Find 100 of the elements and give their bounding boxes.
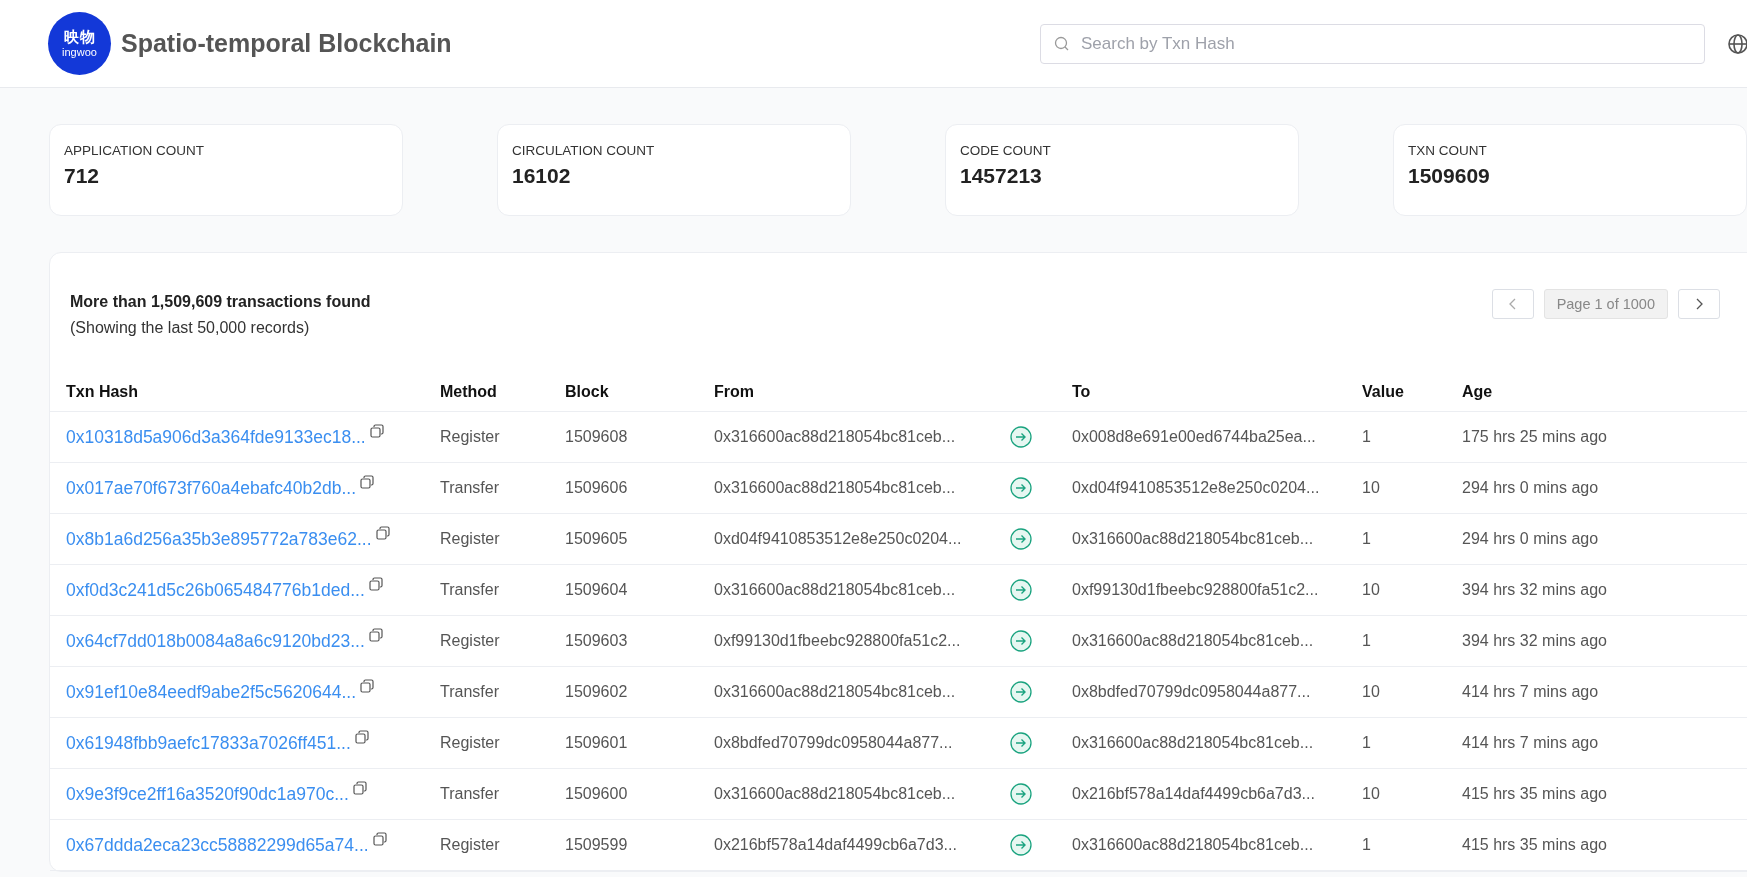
arrow-right-circle-icon: [1010, 681, 1032, 703]
block-number: 1509604: [565, 581, 628, 598]
from-address: 0x8bdfed70799dc0958044a877...: [714, 734, 953, 751]
block-number: 1509606: [565, 479, 628, 496]
arrow-right-circle-icon: [1010, 579, 1032, 601]
from-address: 0x316600ac88d218054bc81ceb...: [714, 479, 956, 496]
method-text: Register: [440, 836, 500, 853]
copy-icon[interactable]: [352, 780, 367, 795]
block-number: 1509605: [565, 530, 628, 547]
from-address: 0x316600ac88d218054bc81ceb...: [714, 581, 956, 598]
age-text: 294 hrs 0 mins ago: [1462, 530, 1599, 547]
logo: 映物 ingwoo: [48, 12, 111, 75]
value-text: 1: [1362, 632, 1371, 649]
copy-icon[interactable]: [360, 474, 374, 489]
txn-hash-link[interactable]: 0x61948fbb9aefc17833a7026ff451...: [66, 732, 351, 754]
stat-value: 712: [64, 164, 100, 188]
copy-icon[interactable]: [354, 729, 369, 744]
column-header: Txn Hash: [66, 383, 138, 400]
txn-hash-link[interactable]: 0x8b1a6d256a35b3e895772a783e62...: [66, 528, 372, 550]
site-title: Spatio-temporal Blockchain: [121, 29, 452, 58]
block-number: 1509608: [565, 428, 628, 445]
page-indicator: Page 1 of 1000: [1543, 289, 1668, 319]
method-text: Register: [440, 632, 500, 649]
block-number: 1509603: [565, 632, 628, 649]
value-text: 1: [1362, 428, 1371, 445]
block-number: 1509601: [565, 734, 628, 751]
from-address: 0x316600ac88d218054bc81ceb...: [714, 428, 956, 445]
chevron-right-icon: [1694, 298, 1704, 310]
method-text: Transfer: [440, 581, 499, 598]
value-text: 1: [1362, 530, 1371, 547]
method-text: Register: [440, 530, 500, 547]
txn-hash-link[interactable]: 0x10318d5a906d3a364fde9133ec18...: [66, 426, 366, 448]
value-text: 1: [1362, 836, 1371, 853]
txn-hash-link[interactable]: 0x017ae70f673f760a4ebafc40b2db...: [66, 477, 356, 499]
age-text: 394 hrs 32 mins ago: [1462, 581, 1607, 598]
value-text: 1: [1362, 734, 1371, 751]
column-header: To: [1072, 383, 1091, 400]
stat-label: APPLICATION COUNT: [64, 143, 205, 158]
age-text: 415 hrs 35 mins ago: [1462, 836, 1607, 853]
value-text: 10: [1362, 581, 1380, 598]
copy-icon[interactable]: [368, 627, 383, 642]
value-text: 10: [1362, 479, 1380, 496]
records-note: (Showing the last 50,000 records): [70, 319, 310, 337]
age-text: 175 hrs 25 mins ago: [1462, 428, 1607, 445]
stat-label: CODE COUNT: [960, 143, 1051, 158]
txn-hash-link[interactable]: 0x9e3f9ce2ff16a3520f90dc1a970c...: [66, 783, 349, 805]
txn-hash-link[interactable]: 0x67ddda2eca23cc58882299d65a74...: [66, 834, 369, 856]
search-field[interactable]: Search by Txn Hash: [1040, 23, 1705, 64]
column-header: Block: [565, 383, 609, 400]
method-text: Transfer: [440, 479, 499, 496]
method-text: Register: [440, 428, 500, 445]
arrow-right-circle-icon: [1010, 834, 1032, 856]
txn-hash-link[interactable]: 0x64cf7dd018b0084a8a6c9120bd23...: [66, 630, 365, 652]
arrow-right-circle-icon: [1010, 477, 1032, 499]
from-address: 0xf99130d1fbeebc928800fa51c2...: [714, 632, 961, 649]
stat-value: 1509609: [1408, 164, 1490, 188]
block-number: 1509600: [565, 785, 628, 802]
from-address: 0x216bf578a14daf4499cb6a7d3...: [714, 836, 957, 853]
from-address: 0x316600ac88d218054bc81ceb...: [714, 785, 956, 802]
to-address: 0xf99130d1fbeebc928800fa51c2...: [1072, 581, 1319, 598]
copy-icon[interactable]: [372, 831, 387, 846]
stat-label: CIRCULATION COUNT: [512, 143, 655, 158]
to-address: 0xd04f9410853512e8e250c0204...: [1072, 479, 1320, 496]
to-address: 0x008d8e691e00ed6744ba25ea...: [1072, 428, 1316, 445]
block-number: 1509599: [565, 836, 628, 853]
arrow-right-circle-icon: [1010, 426, 1032, 448]
value-text: 10: [1362, 683, 1380, 700]
transactions-summary: More than 1,509,609 transactions found: [70, 293, 371, 311]
to-address: 0x316600ac88d218054bc81ceb...: [1072, 632, 1314, 649]
age-text: 415 hrs 35 mins ago: [1462, 785, 1607, 802]
arrow-right-circle-icon: [1010, 783, 1032, 805]
value-text: 10: [1362, 785, 1380, 802]
to-address: 0x316600ac88d218054bc81ceb...: [1072, 734, 1314, 751]
method-text: Transfer: [440, 683, 499, 700]
arrow-right-circle-icon: [1010, 732, 1032, 754]
to-address: 0x316600ac88d218054bc81ceb...: [1072, 530, 1314, 547]
arrow-right-circle-icon: [1010, 630, 1032, 652]
column-header: Value: [1362, 383, 1404, 400]
method-text: Register: [440, 734, 500, 751]
column-header: From: [714, 383, 754, 400]
copy-icon[interactable]: [368, 576, 383, 591]
age-text: 394 hrs 32 mins ago: [1462, 632, 1607, 649]
txn-hash-link[interactable]: 0x91ef10e84eedf9abe2f5c5620644...: [66, 681, 356, 703]
to-address: 0x8bdfed70799dc0958044a877...: [1072, 683, 1311, 700]
copy-icon[interactable]: [375, 525, 390, 540]
method-text: Transfer: [440, 785, 499, 802]
arrow-right-circle-icon: [1010, 528, 1032, 550]
age-text: 414 hrs 7 mins ago: [1462, 734, 1599, 751]
copy-icon[interactable]: [360, 678, 374, 693]
chevron-left-icon: [1507, 298, 1518, 310]
txn-hash-link[interactable]: 0xf0d3c241d5c26b065484776b1ded...: [66, 579, 365, 601]
from-address: 0xd04f9410853512e8e250c0204...: [714, 530, 962, 547]
stat-label: TXN COUNT: [1408, 143, 1487, 158]
age-text: 414 hrs 7 mins ago: [1462, 683, 1599, 700]
stat-value: 1457213: [960, 164, 1042, 188]
block-number: 1509602: [565, 683, 628, 700]
age-text: 294 hrs 0 mins ago: [1462, 479, 1599, 496]
column-header: Method: [440, 383, 497, 400]
globe-icon[interactable]: [1727, 32, 1747, 55]
copy-icon[interactable]: [369, 423, 384, 438]
